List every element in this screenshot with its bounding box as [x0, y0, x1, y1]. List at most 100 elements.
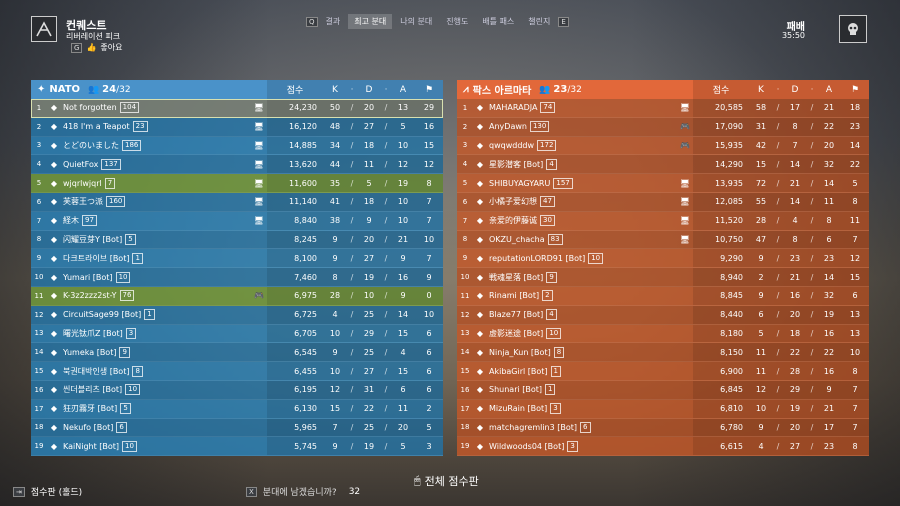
player-score: 16,120 — [289, 122, 317, 132]
player-row[interactable]: 11 ◆ K-3z2zzz2st-Y 76 🎮 6,975 28/10/9 0 — [31, 286, 443, 306]
stay-in-squad-prompt[interactable]: X 분대에 남겠습니까? 32 — [246, 485, 360, 498]
class-icon: ◆ — [476, 272, 484, 282]
tab-progress[interactable]: 진행도 — [440, 14, 474, 29]
player-row[interactable]: 2 ◆ AnyDawn 130 🎮 17,090 31/8/22 23 — [457, 117, 869, 137]
tab-results[interactable]: 결과 — [320, 14, 347, 29]
player-row[interactable]: 13 ◆ 曙光钛爪Z [Bot] 3 6,705 10/29/15 6 — [31, 324, 443, 344]
class-icon: ◆ — [50, 310, 58, 320]
class-icon: ◆ — [50, 291, 58, 301]
player-row[interactable]: 8 ◆ 闪耀豆芽Y [Bot] 5 8,245 9/20/21 10 — [31, 230, 443, 250]
player-row[interactable]: 9 ◆ 다크트라이브 [Bot] 1 8,100 9/27/9 7 — [31, 249, 443, 269]
player-name-cell: reputationLORD91 [Bot] 10 — [487, 252, 677, 264]
column-kills: K — [332, 84, 338, 95]
player-score: 6,725 — [294, 310, 317, 320]
player-name: 다크트라이브 [Bot] — [63, 253, 130, 263]
tab-battle-pass[interactable]: 배틀 패스 — [476, 14, 520, 29]
player-score: 5,965 — [294, 422, 317, 432]
tab-challenges[interactable]: 챌린지 — [522, 14, 556, 29]
player-objective: 7 — [426, 253, 432, 263]
player-row[interactable]: 10 ◆ Yumari [Bot] 10 7,460 8/19/16 9 — [31, 268, 443, 287]
player-deaths: 25 — [363, 310, 375, 320]
player-row[interactable]: 13 ◆ 虚影迷途 [Bot] 10 8,180 5/18/16 13 — [457, 324, 869, 344]
pc-icon: 🖥 — [679, 234, 691, 244]
player-kills: 50 — [329, 103, 341, 113]
player-assists: 9 — [826, 385, 832, 395]
player-row[interactable]: 18 ◆ matchagremlin3 [Bot] 6 6,780 9/20/17 7 — [457, 418, 869, 438]
player-row[interactable]: 1 ◆ MAHARADJA 74 🖥 20,585 58/17/21 18 — [457, 99, 869, 118]
player-row[interactable]: 6 ◆ 芙蓉王つ派 160 🖥 11,140 41/18/10 7 — [31, 192, 443, 212]
player-assists: 11 — [823, 197, 835, 207]
row-rank: 5 — [36, 179, 42, 188]
player-row[interactable]: 12 ◆ Blaze77 [Bot] 4 8,440 6/20/19 13 — [457, 305, 869, 325]
player-row[interactable]: 1 ◆ Not forgotten 104 🖥 24,230 50/20/13 29 — [31, 99, 443, 118]
row-rank: 2 — [462, 122, 468, 131]
player-kills: 11 — [755, 347, 767, 357]
player-deaths: 11 — [363, 159, 375, 169]
player-kills: 10 — [329, 328, 341, 338]
player-objective: 10 — [423, 234, 435, 244]
player-row[interactable]: 17 ◆ MizuRain [Bot] 3 6,810 10/19/21 7 — [457, 399, 869, 419]
player-row[interactable]: 19 ◆ KaiNight [Bot] 10 5,745 9/19/5 3 — [31, 437, 443, 457]
class-icon: ◆ — [476, 103, 484, 113]
player-score: 11,520 — [715, 216, 743, 226]
player-row[interactable]: 15 ◆ 북권대박인생 [Bot] 8 6,455 10/27/15 6 — [31, 362, 443, 381]
player-kills: 15 — [755, 159, 767, 169]
player-row[interactable]: 5 ◆ wjqrlwjqrl 7 🖥 11,600 35/5/19 8 — [31, 174, 443, 193]
player-score: 12,085 — [715, 197, 743, 207]
player-deaths: 18 — [789, 328, 801, 338]
player-level-badge: 5 — [125, 233, 136, 245]
player-assists: 20 — [823, 140, 835, 150]
players-icon: 👥 — [539, 85, 551, 95]
player-name-cell: AkibaGirl [Bot] 1 — [487, 365, 677, 377]
player-row[interactable]: 7 ◆ 経木 97 🖥 8,840 38/9/10 7 — [31, 211, 443, 231]
player-assists: 12 — [397, 159, 409, 169]
player-row[interactable]: 19 ◆ Wildwoods04 [Bot] 3 6,615 4/27/23 8 — [457, 437, 869, 457]
player-name-cell: 다크트라이브 [Bot] 1 — [61, 252, 251, 264]
full-scoreboard-button[interactable]: 🖱 전체 점수판 — [414, 473, 479, 489]
player-assists: 9 — [400, 291, 406, 301]
player-row[interactable]: 2 ◆ 418 I'm a Teapot 23 🖥 16,120 48/27/5 16 — [31, 117, 443, 137]
player-row[interactable]: 11 ◆ Rinami [Bot] 2 8,845 9/16/32 6 — [457, 286, 869, 306]
player-row[interactable]: 17 ◆ 狂刃霧牙 [Bot] 5 6,130 15/22/11 2 — [31, 399, 443, 419]
tab-my-squad[interactable]: 나의 분대 — [394, 14, 438, 29]
player-objective: 15 — [423, 140, 435, 150]
player-row[interactable]: 4 ◆ QuietFox 137 🖥 13,620 44/11/12 12 — [31, 155, 443, 175]
tab-prev-key[interactable]: Q — [306, 16, 318, 27]
player-name-cell: QuietFox 137 — [61, 158, 251, 170]
player-level-badge: 10 — [546, 327, 562, 339]
tab-best-squad[interactable]: 최고 분대 — [348, 14, 393, 29]
player-name: Shunari [Bot] — [489, 385, 543, 395]
player-row[interactable]: 16 ◆ Shunari [Bot] 1 6,845 12/29/9 7 — [457, 380, 869, 400]
player-level-badge: 160 — [106, 196, 126, 208]
player-row[interactable]: 12 ◆ CircuitSage99 [Bot] 1 6,725 4/25/14 10 — [31, 305, 443, 325]
player-row[interactable]: 8 ◆ OKZU_chacha 83 🖥 10,750 47/8/6 7 — [457, 230, 869, 250]
player-row[interactable]: 15 ◆ AkibaGirl [Bot] 1 6,900 11/28/16 8 — [457, 362, 869, 381]
player-row[interactable]: 5 ◆ SHIBUYAGYARU 157 🖥 13,935 72/21/14 5 — [457, 174, 869, 193]
player-row[interactable]: 4 ◆ 星影潜客 [Bot] 4 14,290 15/14/32 22 — [457, 155, 869, 175]
player-row[interactable]: 10 ◆ 戦魂星落 [Bot] 9 8,940 2/21/14 15 — [457, 268, 869, 287]
player-score: 8,940 — [720, 272, 743, 282]
class-icon: ◆ — [50, 272, 58, 282]
player-level-badge: 6 — [116, 421, 127, 433]
player-row[interactable]: 3 ◆ qwqwdddw 172 🎮 15,935 42/7/20 14 — [457, 136, 869, 156]
row-rank: 9 — [462, 254, 468, 263]
player-row[interactable]: 14 ◆ Ninja_Kun [Bot] 8 8,150 11/22/22 10 — [457, 343, 869, 363]
class-icon: ◆ — [50, 140, 58, 150]
pc-icon: 🖥 — [253, 140, 265, 150]
player-level-badge: 4 — [546, 158, 557, 170]
player-row[interactable]: 14 ◆ Yumeka [Bot] 9 6,545 9/25/4 6 — [31, 343, 443, 363]
team-pax-armata-scoreboard: ⩘ 팍스 아르마타 👥 23/32 점수 K · D · A ⚑ 1 ◆ MAHAR… — [457, 80, 869, 457]
player-row[interactable]: 3 ◆ とどのいました 186 🖥 14,885 34/18/10 15 — [31, 136, 443, 156]
player-kills: 48 — [329, 122, 341, 132]
player-row[interactable]: 7 ◆ 亲爱的伊藤诚 30 🖥 11,520 28/4/8 11 — [457, 211, 869, 231]
player-deaths: 17 — [789, 103, 801, 113]
column-deaths: D — [365, 84, 373, 95]
player-row[interactable]: 18 ◆ Nekufo [Bot] 6 5,965 7/25/20 5 — [31, 418, 443, 438]
tab-next-key[interactable]: E — [558, 16, 569, 27]
like-button[interactable]: G 👍 좋아요 — [71, 42, 123, 53]
player-row[interactable]: 16 ◆ 씬더블리츠 [Bot] 10 6,195 12/31/6 6 — [31, 380, 443, 400]
player-row[interactable]: 9 ◆ reputationLORD91 [Bot] 10 9,290 9/23/23 12 — [457, 249, 869, 269]
player-name: Ninja_Kun [Bot] — [489, 347, 551, 357]
player-row[interactable]: 6 ◆ 小橘子爱幻想 47 🖥 12,085 55/14/11 8 — [457, 192, 869, 212]
player-name: Not forgotten — [63, 103, 117, 113]
